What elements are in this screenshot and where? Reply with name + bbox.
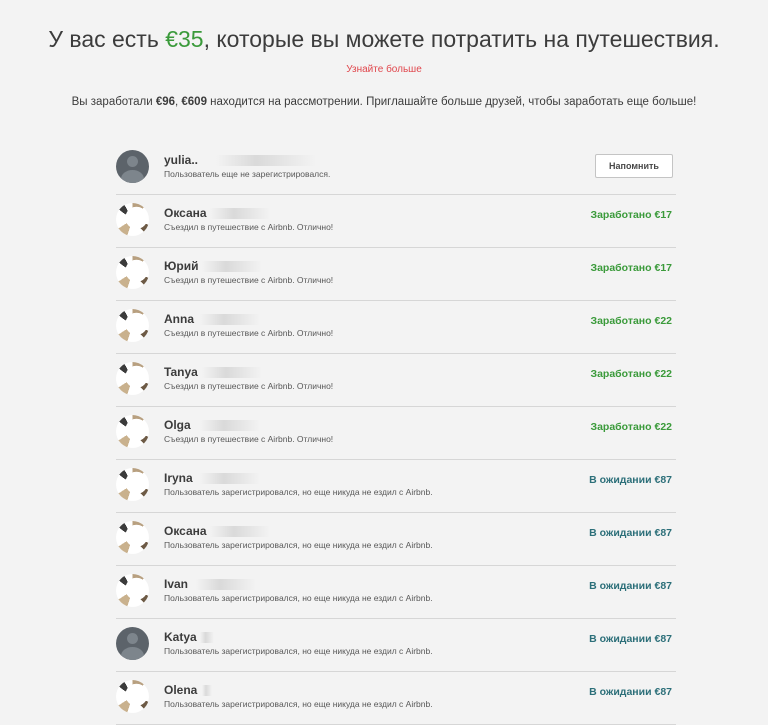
avatar <box>116 521 149 554</box>
referral-name: yulia.. <box>164 153 344 168</box>
referral-row: Olga Съездил в путешествие с Airbnb. Отл… <box>116 407 676 460</box>
referral-row: Tanya Съездил в путешествие с Airbnb. От… <box>116 354 676 407</box>
pending-value: В ожидании €87 <box>589 633 672 645</box>
pending-value: В ожидании €87 <box>589 580 672 592</box>
avatar <box>116 415 149 448</box>
referral-name: Оксана <box>164 206 344 221</box>
referral-row: Anna Съездил в путешествие с Airbnb. Отл… <box>116 301 676 354</box>
earned-amount: €96 <box>155 96 175 108</box>
earned-value: Заработано €22 <box>590 368 672 380</box>
pending-amount: €609 <box>181 96 207 108</box>
referrals-list: yulia.. Пользователь еще не зарегистриро… <box>116 142 676 725</box>
default-user-icon <box>116 150 149 183</box>
referral-row: Ivan Пользователь зарегистрировался, но … <box>116 566 676 619</box>
pending-value: В ожидании €87 <box>589 686 672 698</box>
referral-status: Съездил в путешествие с Airbnb. Отлично! <box>164 275 334 285</box>
referral-name: Ivan <box>164 577 344 592</box>
earnings-prefix: Вы заработали <box>71 96 156 108</box>
referral-name: Olga <box>164 418 344 433</box>
learn-more-link[interactable]: Узнайте больше <box>0 64 768 75</box>
pending-value: В ожидании €87 <box>589 527 672 539</box>
referral-name: Iryna <box>164 471 344 486</box>
referral-row: Olena Пользователь зарегистрировался, но… <box>116 672 676 725</box>
referral-name: Olena <box>164 683 344 698</box>
referral-row: Iryna Пользователь зарегистрировался, но… <box>116 460 676 513</box>
referral-status: Пользователь еще не зарегистрировался. <box>164 169 331 179</box>
referral-status: Съездил в путешествие с Airbnb. Отлично! <box>164 222 334 232</box>
referral-status: Съездил в путешествие с Airbnb. Отлично! <box>164 328 334 338</box>
earnings-summary: Вы заработали €96, €609 находится на рас… <box>0 96 768 108</box>
earnings-suffix: находится на рассмотрении. Приглашайте б… <box>206 96 697 108</box>
title-suffix: , которые вы можете потратить на путешес… <box>203 26 720 52</box>
referral-status: Пользователь зарегистрировался, но еще н… <box>164 699 433 709</box>
referral-status: Пользователь зарегистрировался, но еще н… <box>164 540 433 550</box>
earned-value: Заработано €17 <box>590 262 672 274</box>
referral-status: Пользователь зарегистрировался, но еще н… <box>164 487 433 497</box>
referral-status: Съездил в путешествие с Airbnb. Отлично! <box>164 381 334 391</box>
available-credit-amount: €35 <box>165 26 204 52</box>
earned-value: Заработано €22 <box>590 421 672 433</box>
referral-name: Anna <box>164 312 344 327</box>
remind-button[interactable]: Напомнить <box>595 154 673 178</box>
earned-value: Заработано €22 <box>590 315 672 327</box>
referral-name: Юрий <box>164 259 344 274</box>
avatar <box>116 362 149 395</box>
earned-value: Заработано €17 <box>590 209 672 221</box>
referral-row: Юрий Съездил в путешествие с Airbnb. Отл… <box>116 248 676 301</box>
referral-row: Katya Пользователь зарегистрировался, но… <box>116 619 676 672</box>
avatar <box>116 468 149 501</box>
pending-value: В ожидании €87 <box>589 474 672 486</box>
avatar <box>116 256 149 289</box>
referral-row: Оксана Съездил в путешествие с Airbnb. О… <box>116 195 676 248</box>
avatar <box>116 203 149 236</box>
referral-row: Оксана Пользователь зарегистрировался, н… <box>116 513 676 566</box>
referral-name: Tanya <box>164 365 344 380</box>
avatar <box>116 680 149 713</box>
referral-status: Съездил в путешествие с Airbnb. Отлично! <box>164 434 334 444</box>
referral-name: Оксана <box>164 524 344 539</box>
referral-status: Пользователь зарегистрировался, но еще н… <box>164 646 433 656</box>
avatar <box>116 309 149 342</box>
avatar <box>116 574 149 607</box>
referral-row: yulia.. Пользователь еще не зарегистриро… <box>116 142 676 195</box>
title-prefix: У вас есть <box>48 26 166 52</box>
referral-status: Пользователь зарегистрировался, но еще н… <box>164 593 433 603</box>
default-user-icon <box>116 627 149 660</box>
referral-name: Katya <box>164 630 344 645</box>
page-title: У вас есть €35, которые вы можете потрат… <box>0 26 768 53</box>
